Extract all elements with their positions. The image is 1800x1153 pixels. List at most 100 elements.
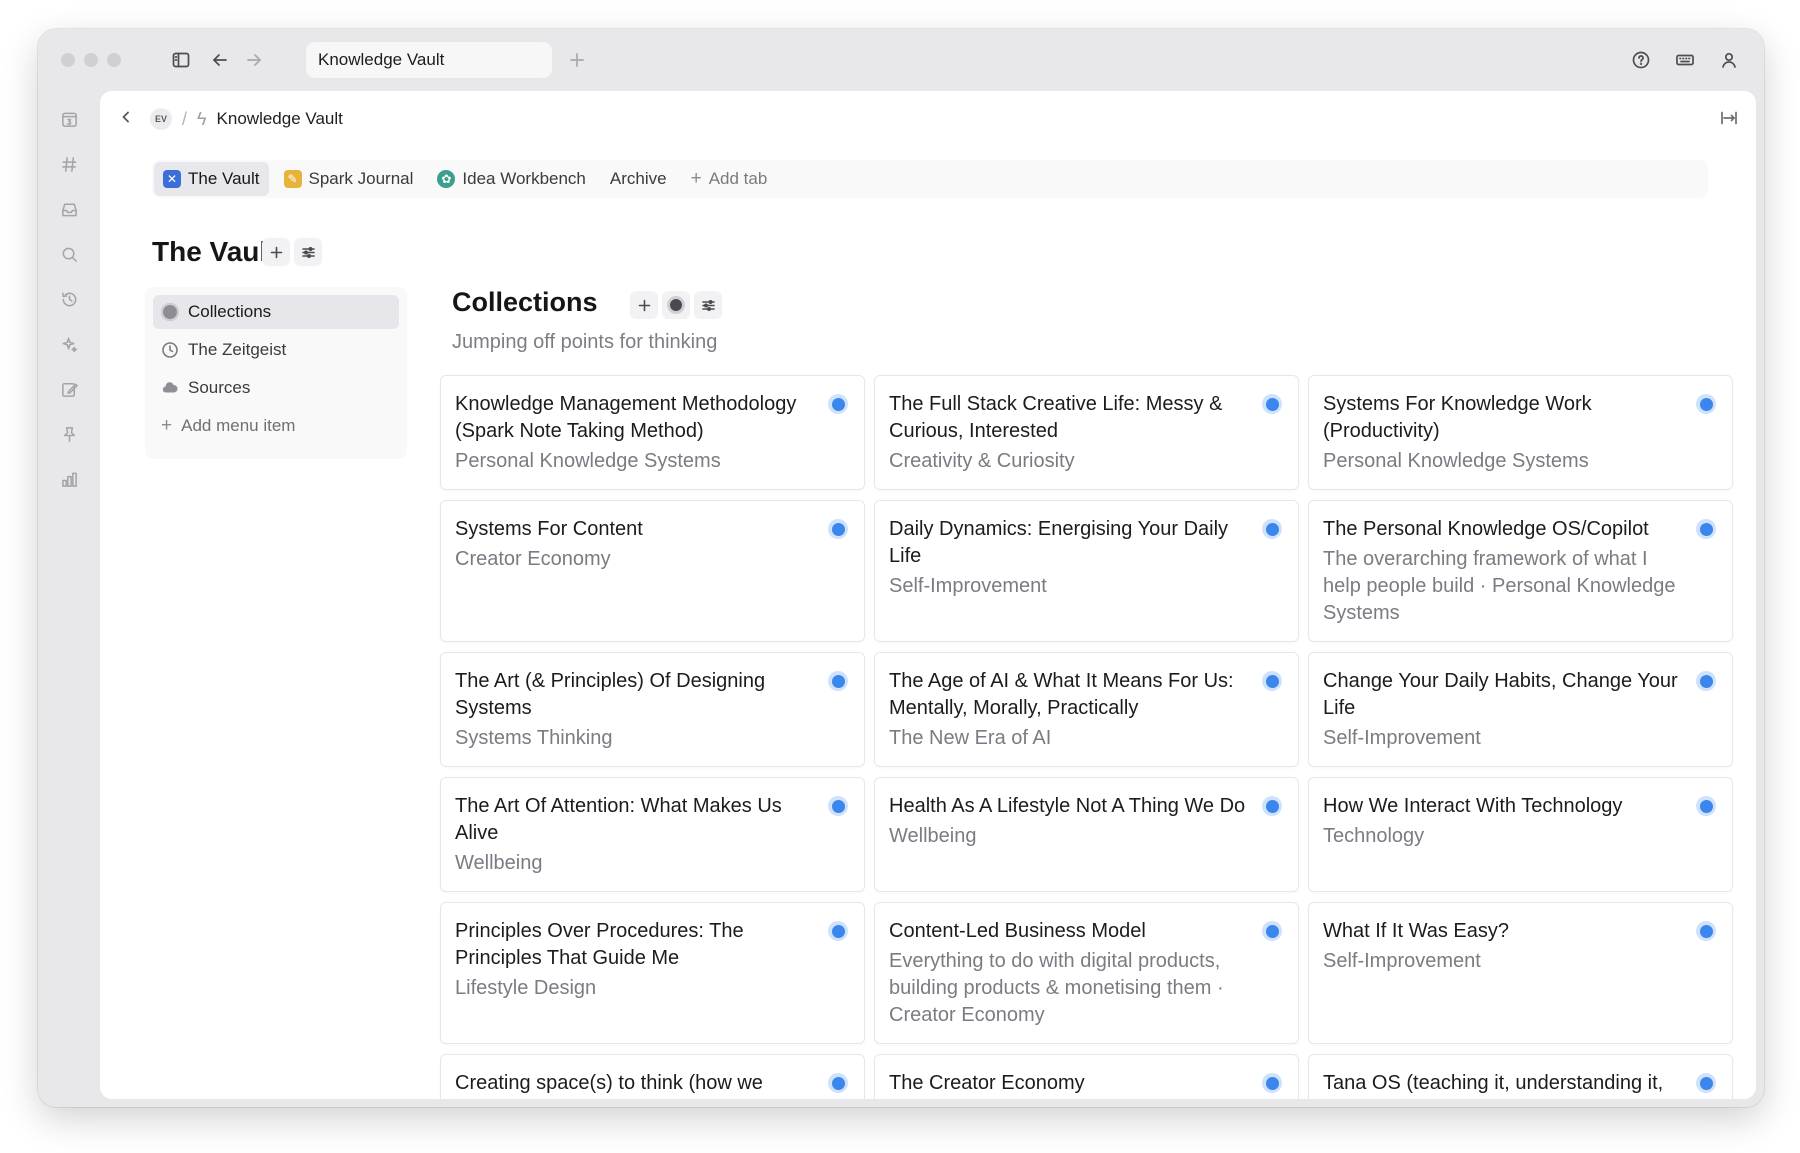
cloud-icon [161, 379, 179, 397]
collection-card[interactable]: The Age of AI & What It Means For Us: Me… [874, 652, 1299, 767]
status-dot-icon[interactable] [1696, 796, 1716, 816]
collection-options-icon[interactable] [694, 291, 722, 319]
left-rail [38, 91, 100, 1107]
card-title: What If It Was Easy? [1323, 920, 1509, 942]
tab-idea-workbench[interactable]: ✿ Idea Workbench [428, 162, 594, 196]
status-dot-icon[interactable] [1696, 394, 1716, 414]
status-dot-icon[interactable] [1696, 1073, 1716, 1093]
menu-item-the-zeitgeist[interactable]: The Zeitgeist [153, 333, 399, 367]
breadcrumb-page[interactable]: Knowledge Vault [217, 109, 343, 129]
collection-card[interactable]: The Personal Knowledge OS/Copilot The ov… [1308, 500, 1733, 642]
collection-card[interactable]: Change Your Daily Habits, Change Your Li… [1308, 652, 1733, 767]
card-subtitle: Creativity & Curiosity [889, 450, 1075, 472]
collection-card[interactable]: Health As A Lifestyle Not A Thing We Do … [874, 777, 1299, 892]
help-icon[interactable] [1626, 45, 1656, 75]
collection-card[interactable]: The Art (& Principles) Of Designing Syst… [440, 652, 865, 767]
collection-card[interactable]: Principles Over Procedures: The Principl… [440, 902, 865, 1044]
window-controls[interactable] [61, 53, 121, 67]
card-subtitle: Wellbeing [889, 825, 977, 847]
collection-card[interactable]: Knowledge Management Methodology (Spark … [440, 375, 865, 490]
collection-card[interactable]: The Art Of Attention: What Makes Us Aliv… [440, 777, 865, 892]
plus-icon: + [161, 415, 173, 436]
card-title: The Age of AI & What It Means For Us: Me… [889, 670, 1234, 719]
back-arrow-icon[interactable] [205, 45, 235, 75]
status-dot-icon[interactable] [828, 796, 848, 816]
collection-card[interactable]: Creating space(s) to think (how we [440, 1054, 865, 1099]
tab-spark-journal[interactable]: ✎ Spark Journal [275, 162, 423, 196]
status-dot-icon[interactable] [1262, 1073, 1282, 1093]
ai-sparkle-icon[interactable] [54, 329, 84, 359]
new-tab-plus-icon[interactable] [562, 45, 592, 75]
menu-item-label: Sources [188, 378, 251, 397]
calendar-icon[interactable] [54, 104, 84, 134]
status-dot-icon[interactable] [1696, 671, 1716, 691]
title-bar: Knowledge Vault [38, 29, 1764, 91]
edit-icon[interactable] [54, 374, 84, 404]
search-icon[interactable] [54, 239, 84, 269]
collection-card[interactable]: Daily Dynamics: Energising Your Daily Li… [874, 500, 1299, 642]
status-dot-icon[interactable] [828, 921, 848, 941]
status-dot-icon[interactable] [1262, 671, 1282, 691]
pin-icon[interactable] [54, 419, 84, 449]
panel-width-toggle-icon[interactable] [1716, 105, 1742, 131]
status-dot-icon[interactable] [828, 394, 848, 414]
card-subtitle: Lifestyle Design [455, 977, 597, 999]
status-dot-icon[interactable] [1262, 796, 1282, 816]
keyboard-icon[interactable] [1670, 45, 1700, 75]
collection-status-icon[interactable] [662, 291, 690, 319]
status-dot-icon[interactable] [1696, 519, 1716, 539]
card-title: Systems For Knowledge Work (Productivity… [1323, 393, 1592, 442]
browser-tab[interactable]: Knowledge Vault [306, 42, 552, 78]
add-button[interactable] [262, 238, 290, 266]
status-dot-icon[interactable] [1262, 519, 1282, 539]
menu-item-sources[interactable]: Sources [153, 371, 399, 405]
collection-card[interactable]: The Creator Economy [874, 1054, 1299, 1099]
hashtag-icon[interactable] [54, 149, 84, 179]
status-dot-icon[interactable] [1262, 921, 1282, 941]
status-dot-icon[interactable] [828, 1073, 848, 1093]
analytics-icon[interactable] [54, 464, 84, 494]
status-dot-icon[interactable] [828, 519, 848, 539]
status-dot-icon[interactable] [1262, 394, 1282, 414]
sidebar-toggle-icon[interactable] [166, 45, 196, 75]
card-subtitle: The New Era of AI [889, 727, 1052, 749]
collapse-chevron-icon[interactable] [118, 109, 134, 130]
collection-card[interactable]: How We Interact With Technology Technolo… [1308, 777, 1733, 892]
inbox-icon[interactable] [54, 194, 84, 224]
card-subtitle: Technology [1323, 825, 1425, 847]
forward-arrow-icon[interactable] [239, 45, 269, 75]
card-title: How We Interact With Technology [1323, 795, 1623, 817]
collection-card[interactable]: Systems For Knowledge Work (Productivity… [1308, 375, 1733, 490]
card-title: The Personal Knowledge OS/Copilot [1323, 518, 1649, 540]
tab-label: Archive [609, 169, 667, 188]
card-title: Creating space(s) to think (how we [455, 1072, 763, 1094]
add-tab-button[interactable]: + Add tab [682, 162, 777, 196]
add-menu-item-button[interactable]: + Add menu item [153, 409, 399, 443]
zoom-window-button[interactable] [107, 53, 121, 67]
close-window-button[interactable] [61, 53, 75, 67]
collection-card[interactable]: What If It Was Easy? Self-Improvement [1308, 902, 1733, 1044]
collection-card[interactable]: Tana OS (teaching it, understanding it, [1308, 1054, 1733, 1099]
collection-card[interactable]: Content-Led Business Model Everything to… [874, 902, 1299, 1044]
collection-card[interactable]: The Full Stack Creative Life: Messy & Cu… [874, 375, 1299, 490]
menu-item-collections[interactable]: Collections [153, 295, 399, 329]
workspace-badge[interactable]: EV [150, 108, 172, 130]
card-title: The Creator Economy [889, 1072, 1085, 1094]
add-collection-button[interactable] [630, 291, 658, 319]
card-subtitle: Self-Improvement [889, 575, 1047, 597]
card-subtitle: Self-Improvement [1323, 727, 1481, 749]
menu-item-label: Collections [188, 302, 272, 321]
minimize-window-button[interactable] [84, 53, 98, 67]
account-icon[interactable] [1714, 45, 1744, 75]
tab-label: The Vault [188, 169, 260, 188]
tab-archive[interactable]: Archive [601, 162, 676, 196]
card-subtitle: Self-Improvement [1323, 950, 1481, 972]
collections-icon [161, 303, 179, 321]
status-dot-icon[interactable] [828, 671, 848, 691]
view-options-icon[interactable] [294, 238, 322, 266]
status-dot-icon[interactable] [1696, 921, 1716, 941]
history-icon[interactable] [54, 284, 84, 314]
breadcrumb: EV / ϟ Knowledge Vault [118, 105, 343, 133]
collection-card[interactable]: Systems For Content Creator Economy [440, 500, 865, 642]
tab-the-vault[interactable]: ✕ The Vault [154, 162, 269, 196]
